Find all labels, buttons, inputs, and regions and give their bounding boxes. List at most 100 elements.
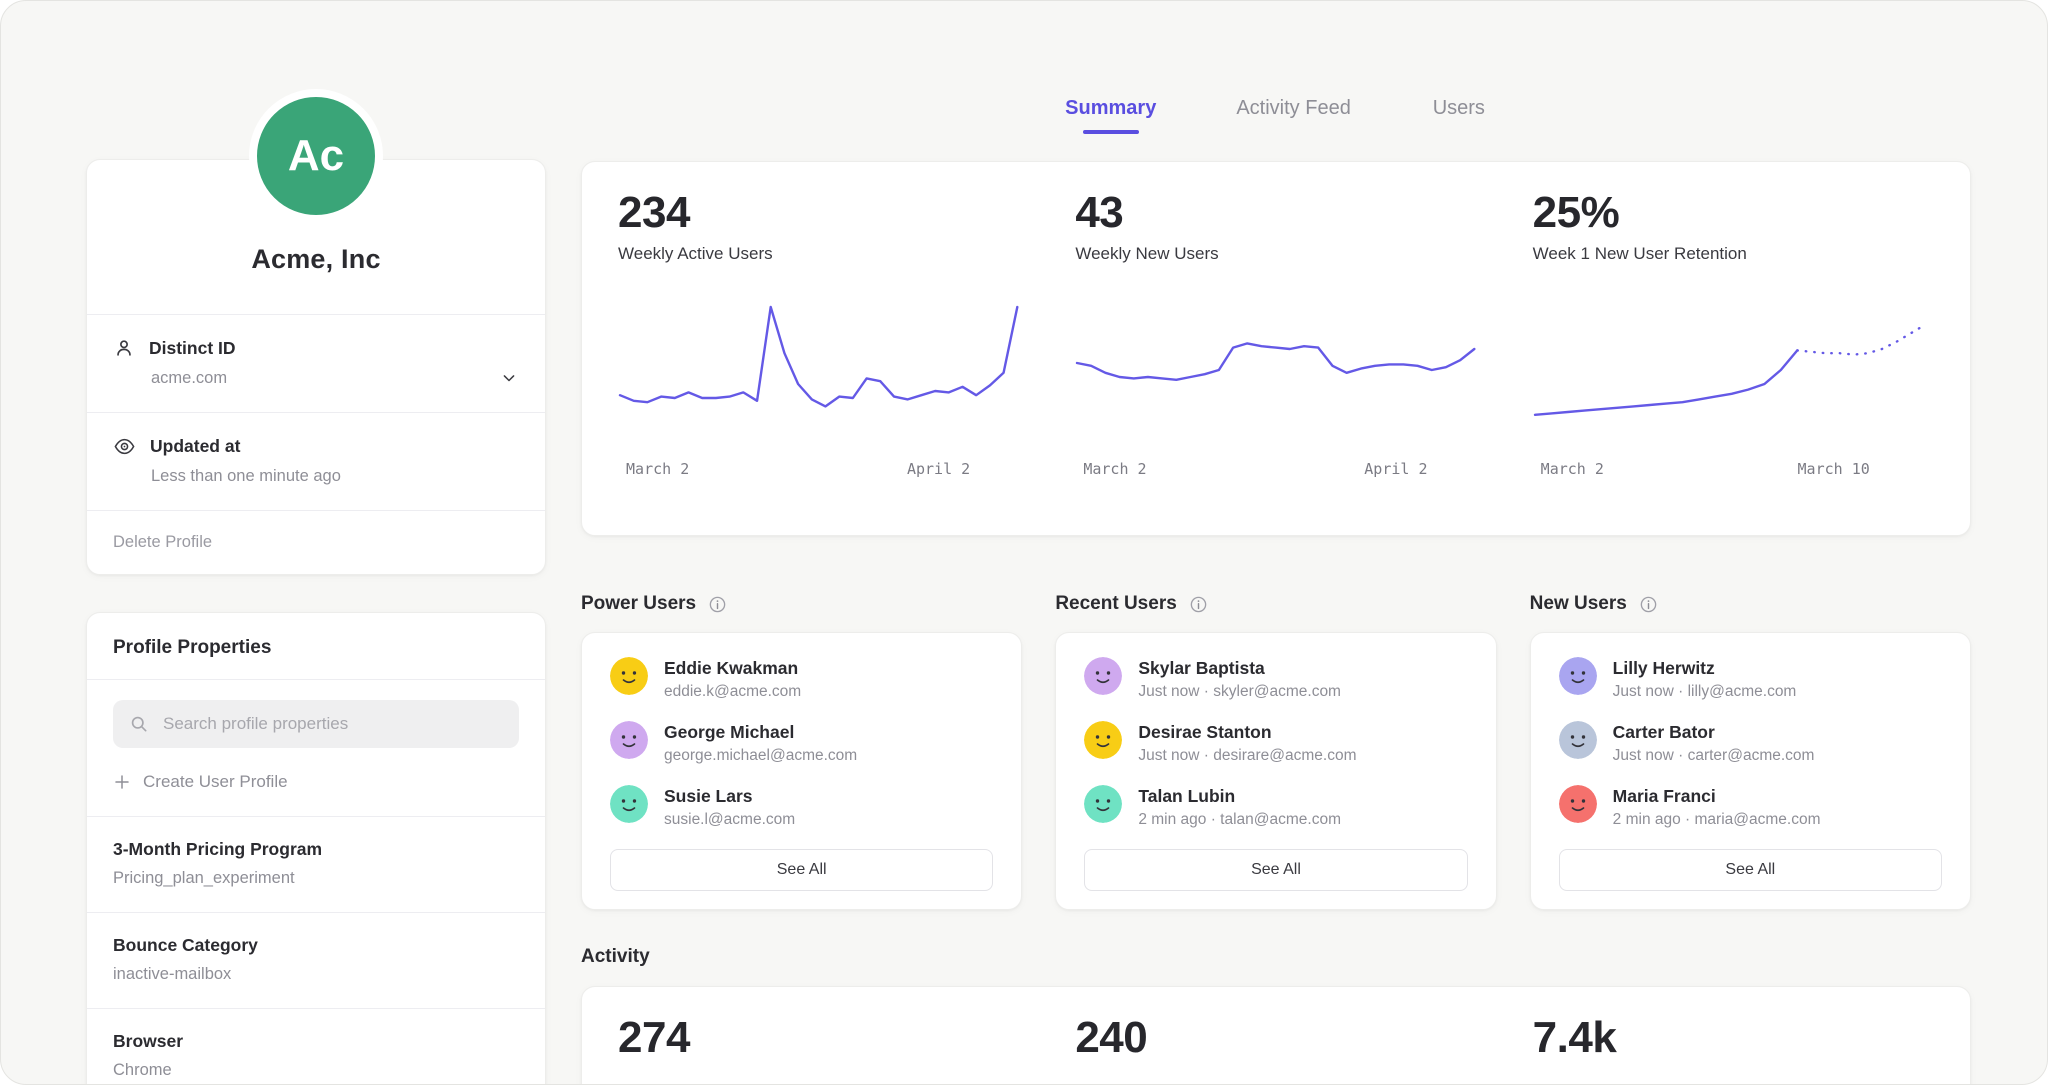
user-avatar (1084, 785, 1122, 823)
user-avatar (1084, 657, 1122, 695)
activity-stat-value: 240 (1075, 1013, 1476, 1085)
section-power-users: Power Users Eddie Kwakman eddie.k@acme.c… (581, 592, 1022, 910)
tab-activity-feed[interactable]: Activity Feed (1236, 97, 1350, 153)
chart-x-ticks: March 2 April 2 (618, 460, 1019, 480)
property-row[interactable]: BrowserChrome (87, 1009, 545, 1085)
user-row[interactable]: Eddie Kwakman eddie.k@acme.com (610, 657, 993, 701)
user-row[interactable]: Skylar Baptista Just now · skyler@acme.c… (1084, 657, 1467, 701)
user-row[interactable]: George Michael george.michael@acme.com (610, 721, 993, 765)
user-avatar (1559, 785, 1597, 823)
user-name: Maria Franci (1613, 785, 1821, 807)
user-list-card: Lilly Herwitz Just now · lilly@acme.com … (1530, 632, 1971, 910)
see-all-button[interactable]: See All (1084, 849, 1467, 891)
user-avatar (610, 657, 648, 695)
see-all-button[interactable]: See All (610, 849, 993, 891)
eye-icon (113, 435, 136, 458)
user-meta: Just now · desirare@acme.com (1138, 747, 1356, 765)
property-label: 3-Month Pricing Program (113, 839, 519, 860)
user-row[interactable]: Maria Franci 2 min ago · maria@acme.com (1559, 785, 1942, 829)
activity-stat-value: 7.4k (1533, 1013, 1934, 1085)
user-meta: Just now · skyler@acme.com (1138, 683, 1341, 701)
chart-x-ticks: March 2 April 2 (1075, 460, 1476, 480)
see-all-button[interactable]: See All (1559, 849, 1942, 891)
info-icon[interactable] (1639, 595, 1658, 614)
property-label: Bounce Category (113, 935, 519, 956)
property-value: inactive-mailbox (113, 965, 519, 984)
field-label: Distinct ID (149, 338, 236, 359)
property-row[interactable]: Bounce Category inactive-mailbox (87, 913, 545, 1008)
search-icon (129, 714, 149, 734)
summary-stat-column: 234 Weekly Active Users March 2 April 2 (618, 188, 1019, 511)
info-icon[interactable] (1189, 595, 1208, 614)
user-name: Talan Lubin (1138, 785, 1341, 807)
search-input[interactable] (161, 713, 503, 735)
stat-label: Week 1 New User Retention (1533, 244, 1934, 264)
main-panel: Summary Activity Feed Users 234 Weekly Act… (581, 89, 1971, 1085)
avatar: Ac (249, 89, 383, 223)
person-icon (113, 337, 135, 359)
user-row[interactable]: Susie Lars susie.l@acme.com (610, 785, 993, 829)
x-tick: April 2 (1364, 460, 1427, 478)
chevron-down-icon[interactable] (499, 368, 519, 388)
x-tick: March 2 (626, 460, 689, 478)
user-name: Lilly Herwitz (1613, 657, 1797, 679)
section-title: Recent Users (1055, 593, 1176, 615)
x-tick: March 10 (1798, 460, 1870, 478)
profile-sidebar: Ac Acme, Inc Distinct ID acme.com (86, 89, 546, 1085)
user-name: Susie Lars (664, 785, 795, 807)
delete-profile-button[interactable]: Delete Profile (87, 511, 545, 574)
search-profile-properties[interactable] (113, 700, 519, 748)
distinct-id-row: Distinct ID acme.com (87, 315, 545, 412)
stat-value: 43 (1075, 188, 1476, 238)
user-avatar (1559, 721, 1597, 759)
activity-card: 274 240 7.4k (581, 986, 1971, 1085)
property-value: Pricing_plan_experiment (113, 869, 519, 888)
plus-icon (113, 773, 131, 791)
user-avatar (1084, 721, 1122, 759)
stat-value: 25% (1533, 188, 1934, 238)
tab-users[interactable]: Users (1431, 97, 1487, 153)
sparkline-chart (618, 294, 1019, 444)
user-avatar (610, 785, 648, 823)
x-tick: April 2 (907, 460, 970, 478)
stat-value: 234 (618, 188, 1019, 238)
user-sections: Power Users Eddie Kwakman eddie.k@acme.c… (581, 592, 1971, 910)
info-icon[interactable] (708, 595, 727, 614)
chart-x-ticks: March 2 March 10 (1533, 460, 1934, 480)
stat-label: Weekly New Users (1075, 244, 1476, 264)
user-row[interactable]: Desirae Stanton Just now · desirare@acme… (1084, 721, 1467, 765)
user-meta: 2 min ago · maria@acme.com (1613, 811, 1821, 829)
page-title: Acme, Inc (87, 244, 545, 275)
user-list-card: Skylar Baptista Just now · skyler@acme.c… (1055, 632, 1496, 910)
user-name: Eddie Kwakman (664, 657, 801, 679)
profile-properties-card: Profile Properties Create User Profile (86, 612, 546, 1085)
user-row[interactable]: Talan Lubin 2 min ago · talan@acme.com (1084, 785, 1467, 829)
summary-stat-column: 43 Weekly New Users March 2 April 2 (1075, 188, 1476, 511)
section-title: Power Users (581, 593, 696, 615)
activity-stat-value: 274 (618, 1013, 1019, 1085)
user-row[interactable]: Lilly Herwitz Just now · lilly@acme.com (1559, 657, 1942, 701)
user-meta: eddie.k@acme.com (664, 683, 801, 701)
sparkline-chart (1075, 294, 1476, 444)
property-label: Browser (113, 1031, 519, 1052)
activity-title: Activity (581, 946, 1971, 970)
section-recent-users: Recent Users Skylar Baptista Just now · … (1055, 592, 1496, 910)
user-meta: Just now · carter@acme.com (1613, 747, 1815, 765)
property-row[interactable]: 3-Month Pricing Program Pricing_plan_expe… (87, 817, 545, 912)
profile-properties-title: Profile Properties (87, 613, 545, 679)
user-name: Carter Bator (1613, 721, 1815, 743)
section-new-users: New Users Lilly Herwitz Just now · lilly… (1530, 592, 1971, 910)
x-tick: March 2 (1083, 460, 1146, 478)
user-avatar (1559, 657, 1597, 695)
create-user-profile-button[interactable]: Create User Profile (87, 748, 545, 816)
field-label: Updated at (150, 436, 240, 457)
field-value: Less than one minute ago (151, 467, 341, 486)
user-meta: susie.l@acme.com (664, 811, 795, 829)
user-name: Desirae Stanton (1138, 721, 1356, 743)
user-row[interactable]: Carter Bator Just now · carter@acme.com (1559, 721, 1942, 765)
user-name: George Michael (664, 721, 857, 743)
tab-summary[interactable]: Summary (1065, 97, 1156, 153)
updated-at-row: Updated at Less than one minute ago (87, 413, 545, 510)
app-frame: Ac Acme, Inc Distinct ID acme.com (0, 0, 2048, 1085)
sparkline-chart (1533, 294, 1934, 444)
